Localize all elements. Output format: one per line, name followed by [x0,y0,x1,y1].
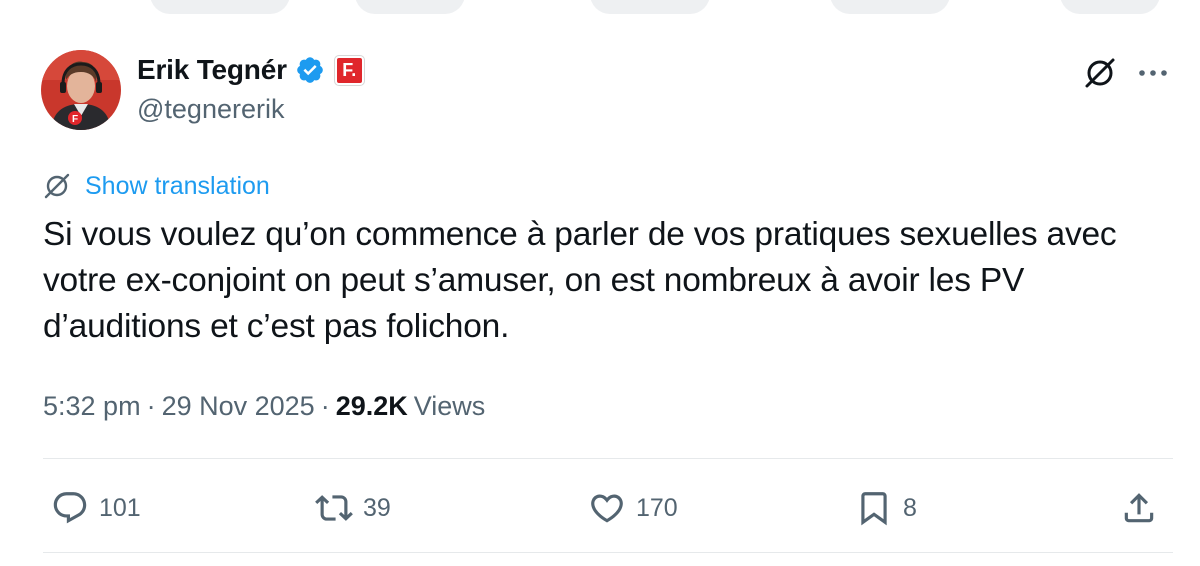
grok-icon[interactable] [1083,56,1117,90]
display-name[interactable]: Erik Tegnér [137,54,287,86]
meta-separator: · [146,390,156,421]
repost-count: 39 [363,493,391,522]
divider [43,458,1173,459]
tweet-meta: 5:32 pm · 29 Nov 2025 · 29.2K Views [43,388,485,424]
reply-count: 101 [99,493,141,522]
like-button[interactable]: 170 [588,480,678,536]
author-name-row: Erik Tegnér F. [137,52,364,88]
more-options-icon[interactable] [1136,56,1170,90]
like-count: 170 [636,493,678,522]
tweet-text-line: Si vous voulez qu’on commence à parler d… [43,216,1117,253]
repost-icon [315,495,353,521]
views-count[interactable]: 29.2K [336,391,408,422]
tweet-text-line: d’auditions et c’est pas folichon. [43,308,510,345]
heart-icon [591,494,623,523]
share-icon [1124,493,1154,523]
verified-badge-icon[interactable] [295,55,325,85]
bookmark-count: 8 [903,493,917,522]
author-handle[interactable]: @tegnererik [137,94,284,125]
affiliate-badge-icon[interactable]: F. [334,55,364,85]
grok-translate-icon [44,173,70,199]
bookmark-button[interactable]: 8 [855,480,917,536]
tweet-card: F Erik Tegnér F. @tegnererik Show transl… [0,0,1200,566]
translation-row: Show translation [43,170,270,202]
bookmark-icon [861,492,887,526]
avatar[interactable]: F [41,50,121,130]
tweet-date[interactable]: 29 Nov 2025 [162,391,315,422]
repost-button[interactable]: 39 [315,480,391,536]
tweet-text-line: votre ex-conjoint on peut s’amuser, on e… [43,262,1025,299]
tweet-text: Si vous voulez qu’on commence à parler d… [43,212,1173,350]
share-button[interactable] [1120,480,1158,536]
svg-text:F: F [72,114,78,125]
action-bar: 101 39 170 8 [43,480,1173,536]
tweet-time[interactable]: 5:32 pm [43,391,141,422]
show-translation-link[interactable]: Show translation [85,172,270,201]
divider [43,552,1173,553]
reply-button[interactable]: 101 [51,480,141,536]
views-label: Views [413,390,486,421]
meta-separator: · [320,390,330,421]
reply-icon [53,492,87,524]
